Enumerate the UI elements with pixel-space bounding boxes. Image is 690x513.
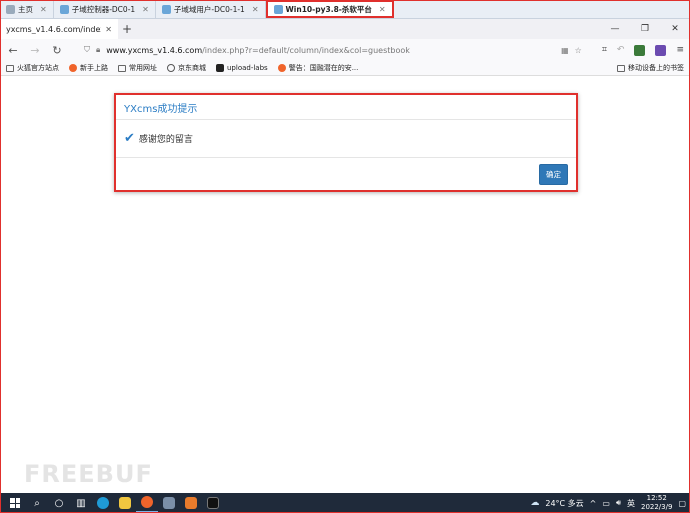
clock[interactable]: 12:52 2022/3/9	[641, 494, 672, 512]
watermark: FREEBUF	[24, 460, 153, 488]
globe-icon	[167, 64, 175, 72]
bookmark-item[interactable]: 京东商城	[167, 63, 206, 73]
dialog-footer: 确定	[116, 158, 576, 190]
ime-indicator[interactable]: 英	[627, 498, 635, 509]
dialog-title: YXcms成功提示	[116, 95, 576, 120]
mobile-bookmarks[interactable]: 移动设备上的书签	[617, 63, 684, 73]
lock-icon[interactable]: 🔒︎	[96, 45, 100, 55]
bookmark-item[interactable]: 新手上路	[69, 63, 108, 73]
shield-icon[interactable]: ⛉	[84, 45, 90, 55]
explorer-icon[interactable]	[114, 493, 136, 513]
chevron-up-icon[interactable]: ^	[590, 499, 597, 508]
home-icon	[6, 4, 15, 14]
success-dialog: YXcms成功提示 ✔ 感谢您的留言 确定	[114, 93, 578, 192]
edge-icon[interactable]	[92, 493, 114, 513]
forward-icon[interactable]: →	[28, 44, 42, 57]
extension-icon[interactable]	[655, 44, 667, 56]
cloud-icon: ☁	[530, 498, 540, 508]
dialog-message: 感谢您的留言	[138, 135, 193, 145]
vm-tab-label: 主页	[18, 4, 33, 14]
qr-icon[interactable]: ▦	[561, 46, 569, 55]
notification-icon[interactable]: ▢	[678, 499, 686, 508]
minimize-icon[interactable]: —	[600, 24, 630, 34]
browser-tab-label: yxcms_v1.4.6.com/index.php?r=	[6, 24, 101, 34]
close-icon[interactable]: ✕	[142, 5, 149, 14]
check-icon: ✔	[124, 131, 135, 146]
folder-icon	[118, 64, 126, 72]
bookmark-label: 移动设备上的书签	[628, 64, 684, 72]
terminal-icon[interactable]	[202, 493, 224, 513]
firefox-icon	[277, 64, 286, 72]
star-icon[interactable]: ☆	[575, 46, 582, 55]
bookmarks-bar: 火狐官方站点 新手上路 常用网址 京东商城 upload-labs 警告：国融潜…	[0, 61, 690, 76]
browser-tab[interactable]: yxcms_v1.4.6.com/index.php?r= ✕	[0, 19, 118, 39]
vm-icon	[59, 4, 69, 14]
address-bar[interactable]: ⛉ 🔒︎ www.yxcms_v1.4.6.com/index.php?r=de…	[80, 42, 586, 58]
firefox-icon[interactable]	[136, 493, 158, 513]
bookmark-label: 火狐官方站点	[17, 64, 59, 72]
ok-button[interactable]: 确定	[539, 163, 568, 185]
back-icon[interactable]: ←	[6, 44, 20, 57]
bookmark-item[interactable]: 火狐官方站点	[6, 63, 59, 73]
url-host: www.yxcms_v1.4.6.com	[106, 45, 203, 55]
remote-session-tabs: 主页 ✕ 子域控制器-DC0-1 ✕ 子域域用户-DC0-1-1 ✕ Win10…	[0, 0, 690, 19]
vm-tab-home[interactable]: 主页 ✕	[0, 0, 54, 18]
browser-toolbar: ← → ↻ ⛉ 🔒︎ www.yxcms_v1.4.6.com/index.ph…	[0, 39, 690, 61]
undo-icon[interactable]: ↶	[617, 45, 625, 55]
dialog-body: ✔ 感谢您的留言	[116, 120, 576, 158]
folder-icon	[617, 64, 625, 72]
clock-time: 12:52	[646, 494, 667, 502]
browser-tab-bar: yxcms_v1.4.6.com/index.php?r= ✕ + — ❐ ✕	[0, 19, 690, 39]
system-tray: ☁ 24°C 多云 ^ ▭ 🔊︎ 英 12:52 2022/3/9 ▢	[530, 494, 686, 512]
reload-icon[interactable]: ↻	[50, 44, 64, 57]
menu-icon[interactable]: ≡	[676, 45, 684, 55]
toolbar-icons: ⌗ ↶ ≡	[602, 44, 684, 56]
bookmark-item[interactable]: 常用网址	[118, 63, 157, 73]
window-controls: — ❐ ✕	[600, 24, 690, 34]
folder-icon	[6, 64, 14, 72]
vm-tab-dc0-1[interactable]: 子域控制器-DC0-1 ✕	[54, 0, 156, 18]
new-tab-button[interactable]: +	[118, 22, 136, 36]
extension-icon[interactable]	[634, 44, 646, 56]
bookmark-label: 警告：国融潜在的安...	[288, 64, 359, 72]
bookmark-icon	[216, 64, 224, 72]
vm-tab-dc0-1-1[interactable]: 子域域用户-DC0-1-1 ✕	[156, 0, 266, 18]
url-path: /index.php?r=default/column/index&col=gu…	[202, 45, 410, 55]
vm-icon	[161, 4, 171, 14]
bookmark-label: 常用网址	[129, 64, 157, 72]
page-content: YXcms成功提示 ✔ 感谢您的留言 确定 FREEBUF	[0, 77, 690, 493]
taskbar: ⌕ ○ ▥ ☁ 24°C 多云 ^ ▭ 🔊︎ 英 12:52 2022/3/9 …	[0, 493, 690, 513]
bookmark-label: 新手上路	[80, 64, 108, 72]
task-view-icon[interactable]: ▥	[70, 493, 92, 513]
start-button[interactable]	[4, 493, 26, 513]
close-icon[interactable]: ✕	[379, 5, 386, 14]
vm-tab-label: 子域域用户-DC0-1-1	[173, 4, 245, 14]
vm-tab-label: Win10-py3.8-杀软平台	[285, 4, 372, 14]
restore-icon[interactable]: ❐	[630, 24, 660, 34]
bookmark-label: 京东商城	[178, 64, 206, 72]
bookmark-item[interactable]: upload-labs	[216, 64, 268, 72]
bookmark-label: upload-labs	[227, 64, 268, 72]
close-icon[interactable]: ✕	[105, 25, 112, 34]
firefox-icon	[69, 64, 77, 72]
search-icon[interactable]: ⌕	[26, 493, 48, 513]
burp-icon[interactable]	[180, 493, 202, 513]
crop-icon[interactable]: ⌗	[602, 45, 607, 55]
windows-icon	[10, 498, 20, 508]
app-icon[interactable]	[158, 493, 180, 513]
clock-date: 2022/3/9	[640, 503, 673, 511]
close-icon[interactable]: ✕	[660, 24, 690, 34]
vm-icon	[273, 4, 283, 14]
close-icon[interactable]: ✕	[40, 5, 47, 14]
bookmark-item[interactable]: 警告：国融潜在的安...	[277, 63, 359, 73]
volume-icon[interactable]: 🔊︎	[616, 498, 621, 508]
weather-text[interactable]: 24°C 多云	[545, 498, 583, 509]
vm-tab-label: 子域控制器-DC0-1	[71, 4, 136, 14]
vm-tab-win10[interactable]: Win10-py3.8-杀软平台 ✕	[265, 0, 394, 18]
network-icon[interactable]: ▭	[602, 499, 610, 508]
cortana-icon[interactable]: ○	[48, 493, 70, 513]
close-icon[interactable]: ✕	[252, 5, 259, 14]
